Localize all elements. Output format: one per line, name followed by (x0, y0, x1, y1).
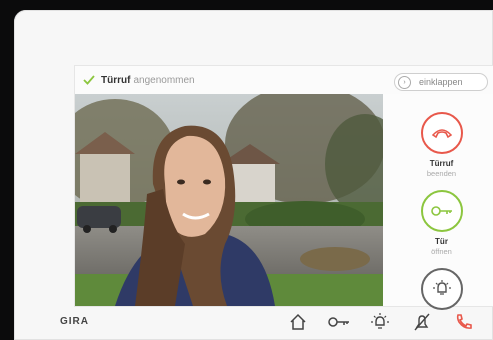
end-call-button[interactable]: Türruf beenden (383, 112, 493, 178)
key-icon (420, 190, 463, 232)
intercom-device: Türruf angenommen › einklappen Türruf be… (14, 10, 493, 340)
end-call-label: Türruf (429, 159, 454, 168)
camera-video-feed (75, 94, 383, 306)
open-door-label: Tür (435, 237, 448, 246)
bottom-bar: GIRA (14, 302, 493, 340)
status-title: Türruf (101, 74, 131, 86)
status-bar: Türruf angenommen › einklappen (75, 66, 493, 94)
mute-icon[interactable] (412, 312, 432, 332)
open-door-sublabel: öffnen (431, 247, 452, 256)
chevron-right-icon: › (398, 75, 411, 89)
open-door-button[interactable]: Tür öffnen (383, 190, 493, 256)
status-subtitle: angenommen (133, 74, 195, 86)
check-icon (83, 74, 95, 86)
key-icon[interactable] (328, 312, 349, 332)
end-call-sublabel: beenden (426, 169, 457, 178)
light-icon[interactable] (370, 312, 390, 332)
phone-hangup-icon (420, 112, 463, 154)
brand-logo: GIRA (60, 316, 89, 327)
collapse-label: einklappen (419, 77, 463, 87)
phone-icon[interactable] (454, 312, 474, 332)
call-actions-panel: Türruf beenden Tür öffnen (383, 94, 493, 310)
collapse-button[interactable]: › einklappen (394, 73, 488, 91)
home-icon[interactable] (288, 312, 308, 332)
screen: Türruf angenommen › einklappen Türruf be… (74, 65, 493, 310)
